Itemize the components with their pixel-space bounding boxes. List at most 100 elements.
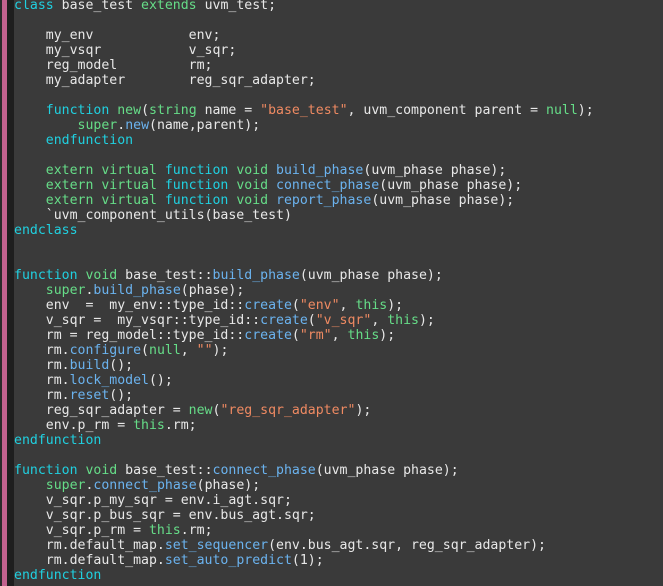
code-token: rm. bbox=[14, 388, 70, 403]
code-token: function bbox=[164, 178, 237, 193]
code-line: function void base_test::build_phase(uvm… bbox=[14, 268, 663, 283]
code-token: ( bbox=[291, 298, 300, 313]
code-token: class bbox=[14, 0, 62, 13]
code-token: function bbox=[164, 163, 237, 178]
code-line: my_adapter reg_sqr_adapter; bbox=[14, 73, 663, 88]
code-line: rm.reset(); bbox=[14, 388, 663, 403]
code-token: (uvm_phase phase); bbox=[299, 268, 443, 283]
code-line: ​ bbox=[14, 238, 663, 253]
code-token: ); bbox=[418, 313, 435, 328]
code-token: rm = reg_model::type_id:: bbox=[14, 328, 245, 343]
code-token: ); bbox=[577, 103, 594, 118]
code-token: ); bbox=[212, 343, 229, 358]
code-token: base_test:: bbox=[125, 463, 213, 478]
code-line: ​ bbox=[14, 448, 663, 463]
code-token: v_sqr.p_bus_sqr = env.bus_agt.sqr; bbox=[14, 508, 316, 523]
code-token: new bbox=[188, 403, 213, 418]
code-token: endfunction bbox=[14, 433, 102, 448]
code-line: extern virtual function void connect_pha… bbox=[14, 178, 663, 193]
code-token: .rm; bbox=[164, 418, 197, 433]
code-token: endclass bbox=[14, 223, 78, 238]
code-token: void bbox=[85, 268, 126, 283]
code-token: base_test bbox=[61, 0, 142, 13]
code-token: v_sqr = my_vsqr::type_id:: bbox=[14, 313, 261, 328]
code-line: env = my_env::type_id::create("env", thi… bbox=[14, 298, 663, 313]
code-token: "" bbox=[196, 343, 213, 358]
code-token: void bbox=[236, 163, 277, 178]
code-editor-window: class base_test extends uvm_test;​ my_en… bbox=[0, 0, 663, 586]
code-token: connect_phase bbox=[212, 463, 316, 478]
code-line: rm = reg_model::type_id::create("rm", th… bbox=[14, 328, 663, 343]
code-token: configure bbox=[69, 343, 142, 358]
code-token: void bbox=[85, 463, 126, 478]
code-token: env.p_rm = bbox=[14, 418, 134, 433]
code-token: v_sqr.p_my_sqr = env.i_agt.sqr; bbox=[14, 493, 292, 508]
code-line: ​ bbox=[14, 13, 663, 28]
code-token: function bbox=[45, 103, 118, 118]
code-token: extern virtual bbox=[45, 163, 165, 178]
code-token: `uvm_component_utils(base_test) bbox=[14, 208, 292, 223]
code-token: this bbox=[133, 418, 165, 433]
code-token: ( bbox=[141, 343, 149, 358]
code-token: "base_test" bbox=[260, 103, 348, 118]
code-token: build_phase bbox=[276, 163, 364, 178]
code-token: null bbox=[149, 343, 181, 358]
code-token: (name,parent); bbox=[149, 118, 261, 133]
code-token: my_vsqr v_sqr; bbox=[14, 43, 237, 58]
code-token: rm. bbox=[14, 358, 70, 373]
code-token: build_phase bbox=[212, 268, 300, 283]
code-line: v_sqr.p_my_sqr = env.i_agt.sqr; bbox=[14, 493, 663, 508]
code-token: string bbox=[149, 103, 205, 118]
code-token: function bbox=[164, 193, 237, 208]
code-line: endclass bbox=[14, 223, 663, 238]
code-token: new bbox=[125, 118, 150, 133]
code-token: void bbox=[236, 178, 277, 193]
code-token: (); bbox=[148, 373, 173, 388]
code-scroll-area[interactable]: class base_test extends uvm_test;​ my_en… bbox=[14, 0, 663, 586]
code-token: rm. bbox=[14, 343, 70, 358]
code-token: create bbox=[260, 313, 308, 328]
code-line: function void base_test::connect_phase(u… bbox=[14, 463, 663, 478]
code-line: endfunction bbox=[14, 133, 663, 148]
code-token: connect_phase bbox=[93, 478, 197, 493]
code-token: "rm" bbox=[299, 328, 332, 343]
source-code-block[interactable]: class base_test extends uvm_test;​ my_en… bbox=[14, 0, 663, 583]
code-line: rm.configure(null, ""); bbox=[14, 343, 663, 358]
code-line: `uvm_component_utils(base_test) bbox=[14, 208, 663, 223]
code-line: extern virtual function void build_phase… bbox=[14, 163, 663, 178]
code-line: reg_model rm; bbox=[14, 58, 663, 73]
code-line: super.new(name,parent); bbox=[14, 118, 663, 133]
code-token: (1); bbox=[291, 553, 324, 568]
code-line: extern virtual function void report_phas… bbox=[14, 193, 663, 208]
code-token: (); bbox=[109, 388, 134, 403]
code-token: set_auto_predict bbox=[164, 553, 292, 568]
code-token: (env.bus_agt.sqr, reg_sqr_adapter); bbox=[268, 538, 546, 553]
code-token: function bbox=[14, 463, 86, 478]
code-token: , bbox=[371, 313, 388, 328]
code-token: (phase); bbox=[180, 283, 245, 298]
code-token: uvm_test; bbox=[204, 0, 277, 13]
code-line: ​ bbox=[14, 88, 663, 103]
code-line: super.build_phase(phase); bbox=[14, 283, 663, 298]
code-token: .rm; bbox=[180, 523, 213, 538]
code-line: endfunction bbox=[14, 568, 663, 583]
code-line: ​ bbox=[14, 253, 663, 268]
code-token: this bbox=[355, 298, 388, 313]
code-token: rm.default_map. bbox=[14, 538, 165, 553]
code-token: super bbox=[77, 118, 118, 133]
code-token: my_env env; bbox=[14, 28, 221, 43]
code-token: new bbox=[117, 103, 142, 118]
code-token: build bbox=[69, 358, 110, 373]
code-token: this bbox=[148, 523, 181, 538]
code-line: v_sqr.p_bus_sqr = env.bus_agt.sqr; bbox=[14, 508, 663, 523]
code-line: reg_sqr_adapter = new("reg_sqr_adapter")… bbox=[14, 403, 663, 418]
code-token: base_test:: bbox=[125, 268, 213, 283]
code-token: lock_model bbox=[69, 373, 149, 388]
code-token: v_sqr.p_rm = bbox=[14, 523, 149, 538]
code-token: "v_sqr" bbox=[315, 313, 372, 328]
code-token: "env" bbox=[299, 298, 340, 313]
